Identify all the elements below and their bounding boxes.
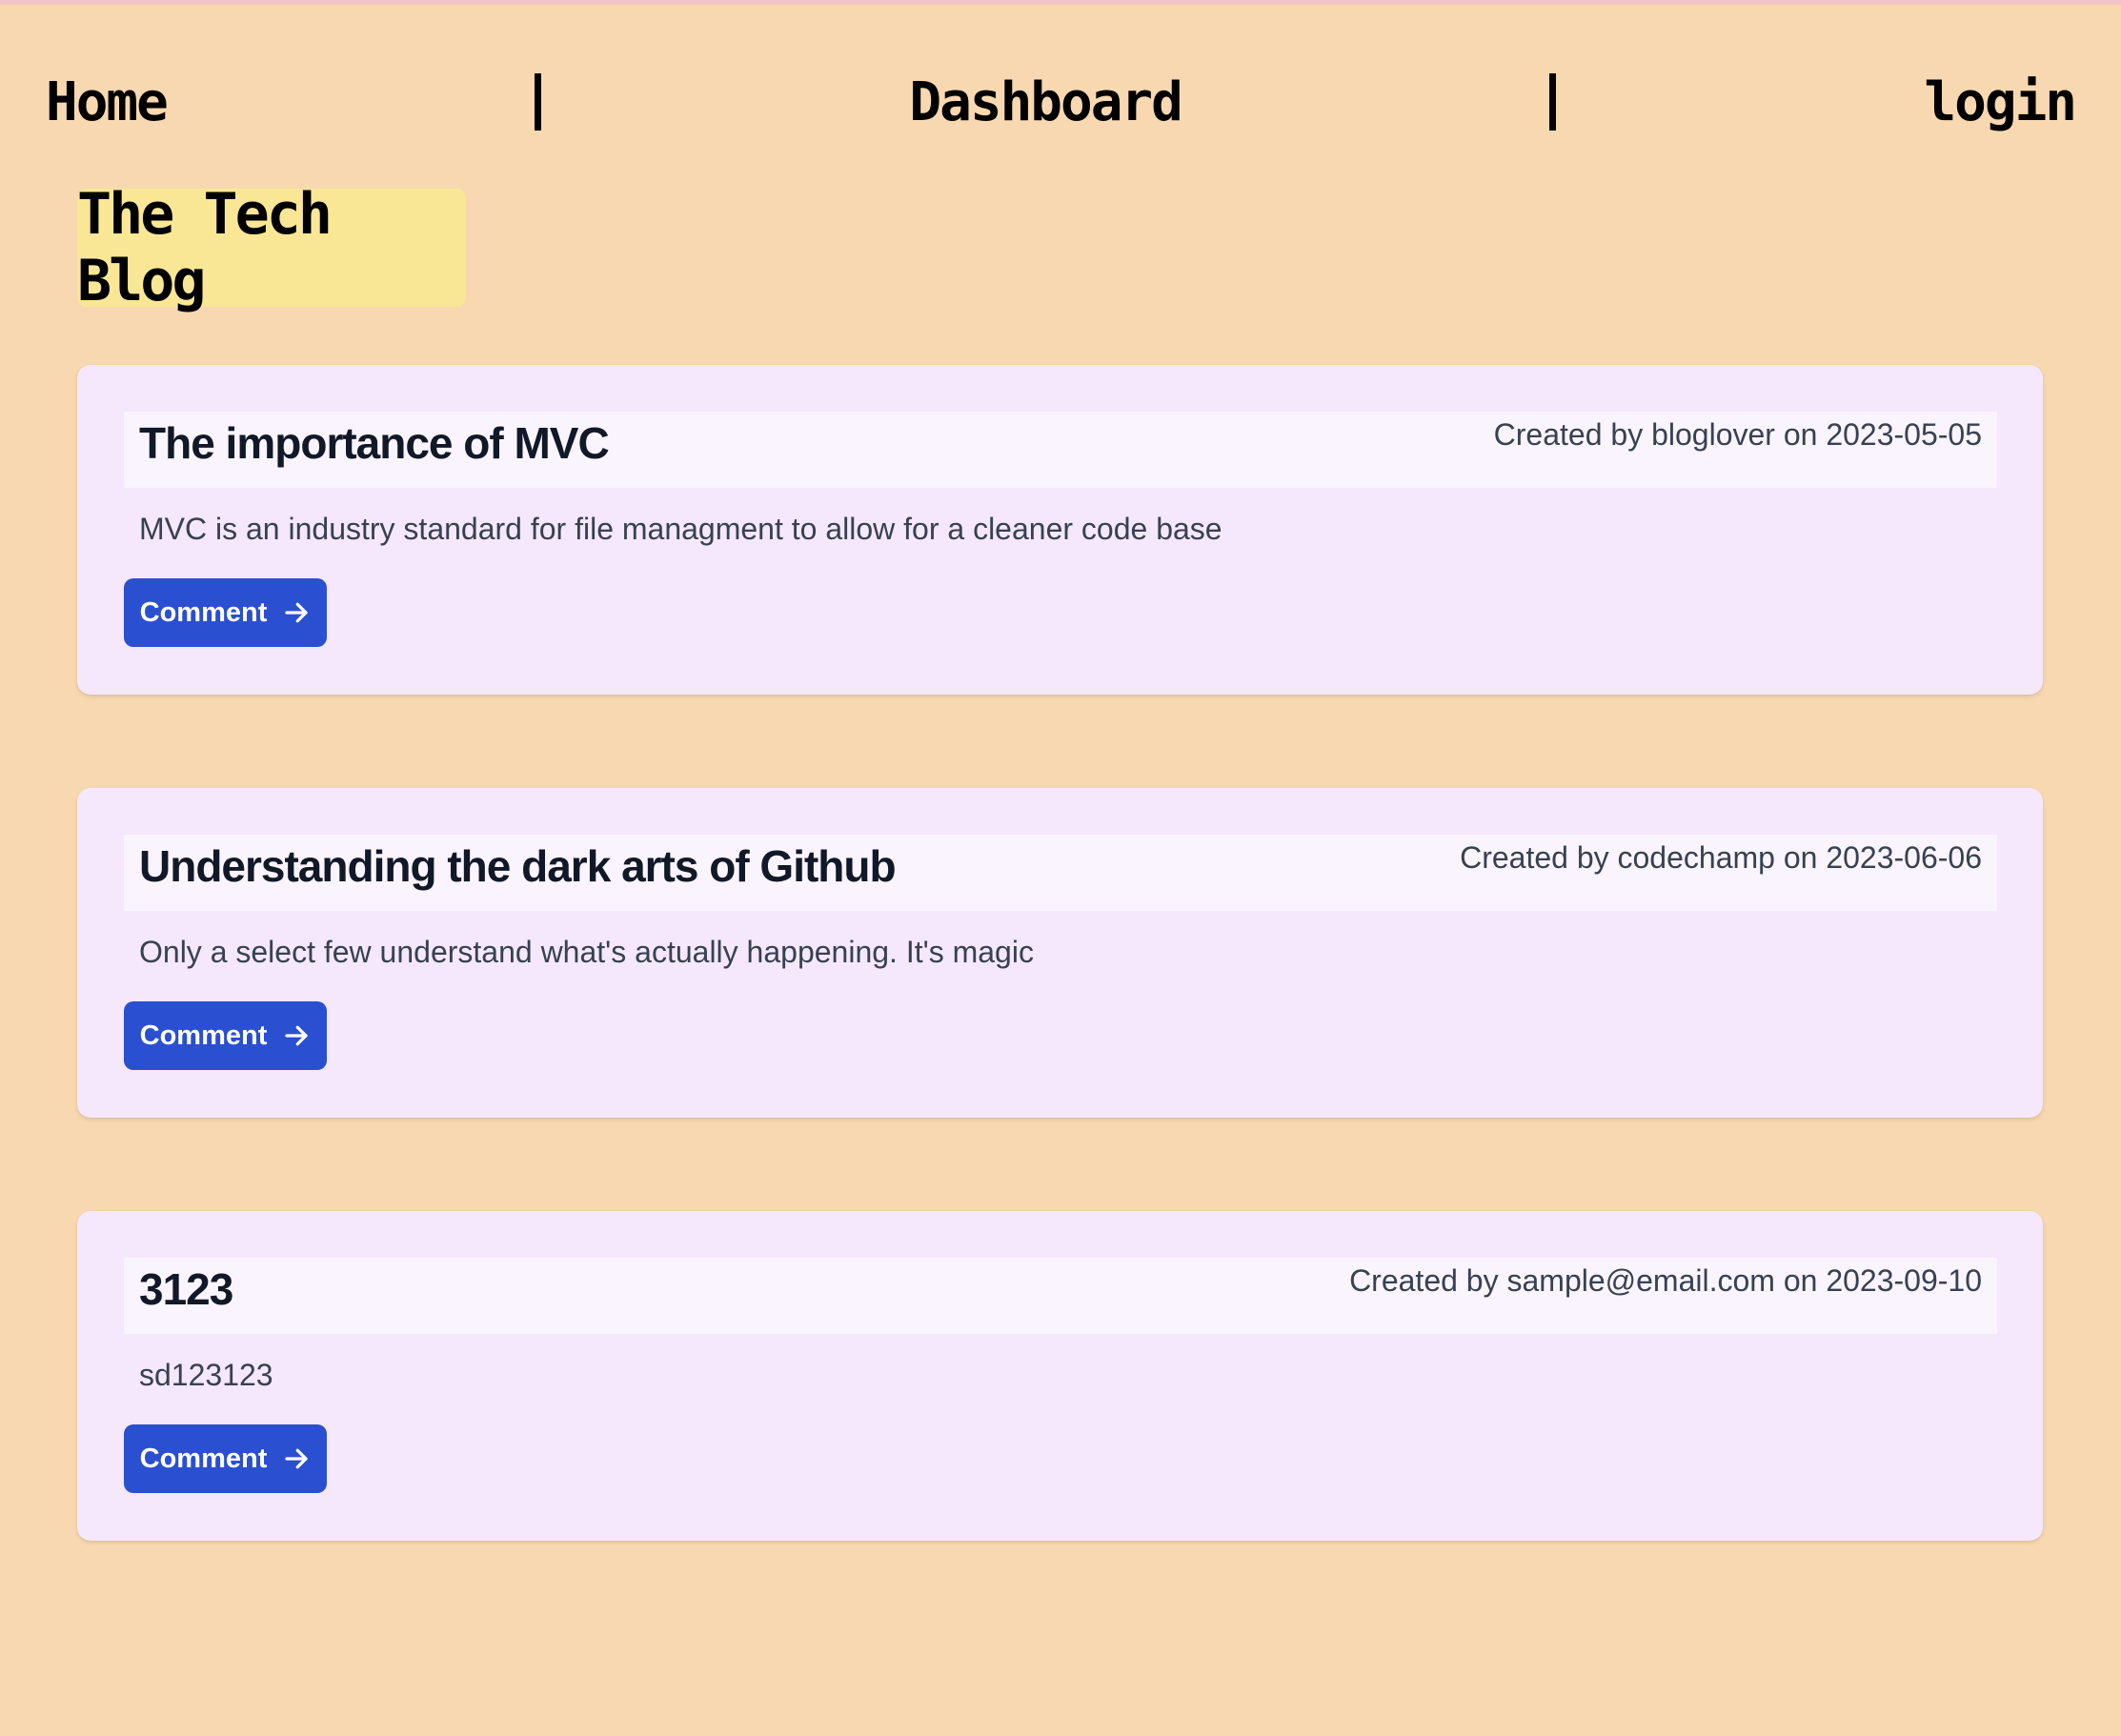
post-header: The importance of MVC Created by bloglov… <box>124 412 1997 488</box>
page: Home Dashboard login The Tech Blog The i… <box>0 5 2121 1736</box>
comment-button-label: Comment <box>139 1443 268 1474</box>
nav-login-link[interactable]: login <box>1924 71 2077 133</box>
top-nav: Home Dashboard login <box>46 64 2077 140</box>
comment-button-label: Comment <box>139 1019 268 1051</box>
post-header: 3123 Created by sample@email.com on 2023… <box>124 1258 1997 1334</box>
post-card: 3123 Created by sample@email.com on 2023… <box>77 1211 2043 1541</box>
nav-dashboard-link[interactable]: Dashboard <box>909 71 1182 133</box>
post-meta: Created by sample@email.com on 2023-09-1… <box>1349 1263 1982 1298</box>
post-title: Understanding the dark arts of Github <box>139 841 897 891</box>
post-title: 3123 <box>139 1264 233 1314</box>
post-header: Understanding the dark arts of Github Cr… <box>124 835 1997 911</box>
nav-separator <box>535 73 542 131</box>
arrow-right-icon <box>282 598 311 627</box>
post-card: Understanding the dark arts of Github Cr… <box>77 788 2043 1118</box>
site-title: The Tech Blog <box>77 181 466 314</box>
post-body: sd123123 <box>139 1358 273 1392</box>
post-card: The importance of MVC Created by bloglov… <box>77 365 2043 695</box>
comment-button[interactable]: Comment <box>124 1001 327 1070</box>
comment-button-label: Comment <box>139 596 268 628</box>
post-body: Only a select few understand what's actu… <box>139 935 1034 969</box>
post-meta: Created by codechamp on 2023-06-06 <box>1460 840 1982 875</box>
nav-separator <box>1549 73 1557 131</box>
post-body: MVC is an industry standard for file man… <box>139 512 1222 546</box>
nav-home-link[interactable]: Home <box>46 71 169 133</box>
post-meta: Created by bloglover on 2023-05-05 <box>1493 417 1982 452</box>
post-title: The importance of MVC <box>139 418 610 468</box>
arrow-right-icon <box>282 1021 311 1050</box>
comment-button[interactable]: Comment <box>124 1424 327 1493</box>
arrow-right-icon <box>282 1444 311 1473</box>
comment-button[interactable]: Comment <box>124 578 327 647</box>
